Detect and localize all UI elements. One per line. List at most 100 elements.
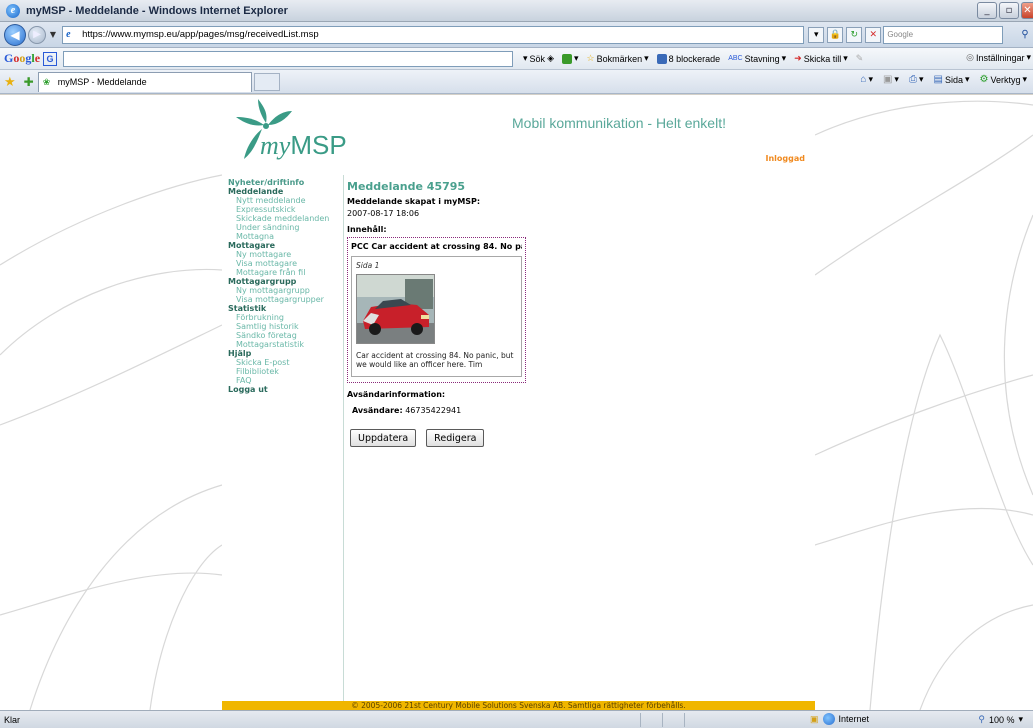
created-label: Meddelande skapat i myMSP: — [347, 197, 481, 206]
nav-section-mottagare: Mottagare — [228, 241, 275, 250]
tools-menu[interactable]: ⚙ Verktyg ▾ — [979, 74, 1027, 85]
status-text: Klar — [4, 714, 21, 725]
globe-icon — [822, 713, 835, 725]
side-navigation: Nyheter/driftinfo Meddelande Nytt meddel… — [228, 178, 338, 394]
nav-recipients-from-file[interactable]: Mottagare från fil — [228, 268, 338, 277]
nav-show-recipients[interactable]: Visa mottagare — [228, 259, 338, 268]
protected-mode-icon: ▣ — [810, 713, 819, 724]
logged-in-status: Inloggad — [765, 154, 806, 163]
page-icon: e — [66, 28, 71, 40]
tab-bar: ★ ✚ ❀ myMSP - Meddelande ⌂ ▾ ▣ ▾ ⎙ ▾ ▤ Sida ▾… — [0, 70, 1033, 94]
bookmarks-button[interactable]: ☆ Bokmärken ▾ — [587, 53, 649, 64]
pencil-icon[interactable]: ✎ — [856, 53, 864, 64]
new-tab-button[interactable] — [253, 72, 280, 91]
add-favorite-icon[interactable]: ✚ — [24, 75, 34, 89]
content-divider — [343, 175, 344, 710]
page-menu[interactable]: ▤ Sida ▾ — [933, 74, 969, 85]
slide-text: Car accident at crossing 84. No panic, b… — [356, 351, 514, 369]
nav-section-mottagargrupp: Mottagargrupp — [228, 277, 297, 286]
content-label: Innehåll: — [347, 225, 387, 234]
google-toolbar: Google G ▾ Sök ◈ ▾ ☆ Bokmärken ▾ 8 blocker… — [0, 48, 1033, 70]
nav-new-message[interactable]: Nytt meddelande — [228, 196, 338, 205]
settings-button[interactable]: ◎ Inställningar ▾ — [966, 52, 1031, 63]
home-button[interactable]: ⌂ ▾ — [860, 74, 873, 85]
nav-show-groups[interactable]: Visa mottagargrupper — [228, 295, 338, 304]
history-dropdown-icon[interactable]: ▼ — [50, 30, 56, 39]
nav-usage[interactable]: Förbrukning — [228, 313, 338, 322]
url-input[interactable]: e https://www.mymsp.eu/app/pages/msg/rec… — [62, 25, 805, 44]
nav-faq[interactable]: FAQ — [228, 376, 338, 385]
sender-info-label: Avsändarinformation: — [347, 390, 446, 399]
minimize-button[interactable]: _ — [977, 2, 997, 19]
nav-section-hjalp: Hjälp — [228, 349, 252, 358]
nav-express[interactable]: Expressutskick — [228, 205, 338, 214]
security-zone[interactable]: ▣ Internet — [810, 713, 869, 725]
google-search-button[interactable]: ▾ Sök ◈ — [523, 53, 554, 64]
refresh-icon[interactable]: ↻ — [846, 26, 863, 43]
maximize-button[interactable]: ▫ — [999, 2, 1019, 19]
sender-value: 46735422941 — [405, 406, 462, 415]
nav-new-recipient[interactable]: Ny mottagare — [228, 250, 338, 259]
page-footer: © 2005-2006 21st Century Mobile Solution… — [222, 701, 815, 710]
url-dropdown-icon[interactable]: ▾ — [808, 26, 825, 43]
feeds-button[interactable]: ▣ ▾ — [883, 74, 899, 85]
nav-company-queue[interactable]: Sändko företag — [228, 331, 338, 340]
google-search-input[interactable] — [63, 50, 514, 67]
google-logo[interactable]: Google — [4, 51, 40, 66]
stop-icon[interactable]: ✕ — [865, 26, 882, 43]
site-tagline: Mobil kommunikation - Helt enkelt! — [512, 115, 726, 131]
page-viewport: myMSP Mobil kommunikation - Helt enkelt!… — [0, 95, 1033, 710]
favorites-star-icon[interactable]: ★ — [4, 74, 16, 90]
accident-photo — [356, 274, 435, 344]
nav-recipient-stats[interactable]: Mottagarstatistik — [228, 340, 338, 349]
spellcheck-button[interactable]: ABC Stavning ▾ — [728, 53, 786, 64]
nav-new-group[interactable]: Ny mottagargrupp — [228, 286, 338, 295]
slide-label: Sida 1 — [356, 261, 380, 270]
google-g-icon[interactable]: G — [43, 51, 58, 66]
nav-news-link[interactable]: Nyheter/driftinfo — [228, 178, 338, 187]
nav-send-email[interactable]: Skicka E-post — [228, 358, 338, 367]
search-input[interactable]: Google — [883, 25, 1004, 44]
edit-button[interactable]: Redigera — [426, 429, 485, 447]
update-button[interactable]: Uppdatera — [350, 429, 417, 447]
send-to-button[interactable]: ➜ Skicka till ▾ — [794, 53, 848, 64]
nav-sending[interactable]: Under sändning — [228, 223, 338, 232]
search-icon[interactable]: ⚲ — [1017, 27, 1033, 43]
created-value: 2007-08-17 18:06 — [347, 209, 420, 218]
nav-section-meddelande: Meddelande — [228, 187, 284, 196]
wrench-icon: ◎ — [966, 52, 974, 62]
forward-button[interactable]: ▶ — [27, 25, 46, 44]
ie-logo-icon: e — [6, 3, 20, 18]
message-title: Meddelande 45795 — [347, 180, 466, 193]
lock-icon[interactable]: 🔒 — [827, 26, 844, 43]
sender-label: Avsändare: — [352, 406, 403, 415]
back-button[interactable]: ◀ — [4, 23, 26, 46]
print-button[interactable]: ⎙ ▾ — [909, 74, 924, 85]
site-logo-text[interactable]: myMSP — [260, 130, 347, 161]
zoom-control[interactable]: ⚲ 100 % ▾ — [978, 714, 1023, 725]
mms-slide: Sida 1 Car accident at crossing 84. No p… — [351, 256, 522, 377]
car-image-icon — [357, 275, 434, 343]
zoom-icon: ⚲ — [978, 714, 985, 724]
status-cell — [684, 712, 706, 727]
popup-blocker-button[interactable]: 8 blockerade — [656, 53, 720, 64]
window-title: myMSP - Meddelande - Windows Internet Ex… — [26, 4, 288, 17]
window-titlebar: e myMSP - Meddelande - Windows Internet … — [0, 0, 1033, 22]
mms-preview-box: PCC Car accident at crossing 84. No pani… — [347, 237, 526, 383]
close-button[interactable]: ✕ — [1021, 2, 1033, 19]
tab-mymsp[interactable]: ❀ myMSP - Meddelande — [37, 71, 252, 92]
nav-section-statistik: Statistik — [228, 304, 267, 313]
nav-received[interactable]: Mottagna — [228, 232, 338, 241]
zoom-dropdown-icon: ▾ — [1018, 714, 1023, 724]
nav-history[interactable]: Samtlig historik — [228, 322, 338, 331]
sender-row: Avsändare: 46735422941 — [347, 406, 697, 415]
status-bar: Klar ▣ Internet ⚲ 100 % ▾ — [0, 710, 1033, 728]
url-text: https://www.mymsp.eu/app/pages/msg/recei… — [82, 29, 319, 40]
address-bar: ◀ ▶ ▼ e https://www.mymsp.eu/app/pages/m… — [0, 22, 1033, 48]
nav-sent-messages[interactable]: Skickade meddelanden — [228, 214, 338, 223]
nav-file-library[interactable]: Filbibliotek — [228, 367, 338, 376]
google-pagerank-icon[interactable]: ▾ — [561, 53, 579, 64]
site-favicon-icon: ❀ — [42, 76, 51, 87]
mms-subject: PCC Car accident at crossing 84. No pani — [351, 242, 522, 251]
nav-logout[interactable]: Logga ut — [228, 385, 338, 394]
